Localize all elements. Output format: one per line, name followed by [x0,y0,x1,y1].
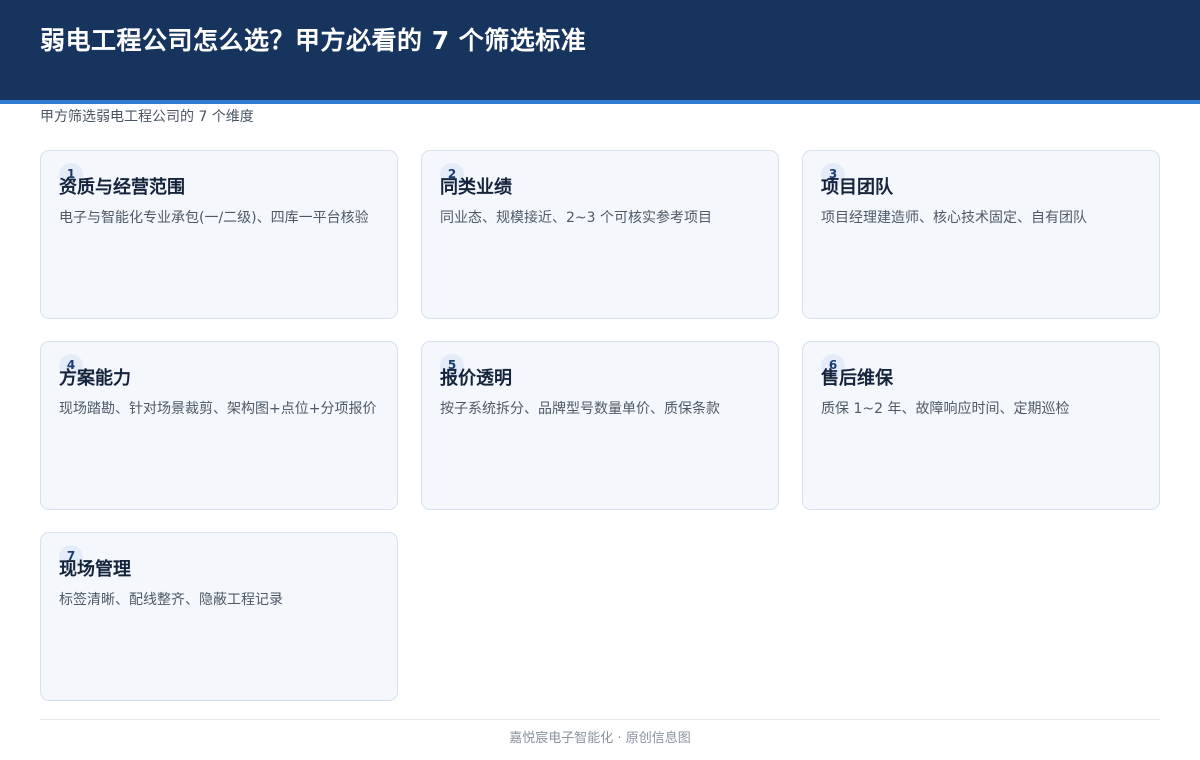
card-description: 电子与智能化专业承包(一/二级)、四库一平台核验 [59,210,369,226]
criteria-card-1: 1 资质与经营范围 电子与智能化专业承包(一/二级)、四库一平台核验 [40,150,398,319]
card-title: 报价透明 [440,368,512,389]
card-title: 项目团队 [821,177,893,198]
criteria-card-6: 6 售后维保 质保 1~2 年、故障响应时间、定期巡检 [802,341,1160,510]
card-title: 资质与经营范围 [59,177,185,198]
card-description: 质保 1~2 年、故障响应时间、定期巡检 [821,401,1070,417]
footer-divider [40,719,1160,720]
card-description: 标签清晰、配线整齐、隐蔽工程记录 [59,592,283,608]
card-description: 现场踏勘、针对场景裁剪、架构图+点位+分项报价 [59,401,377,417]
card-description: 同业态、规模接近、2~3 个可核实参考项目 [440,210,712,226]
card-title: 方案能力 [59,368,131,389]
criteria-card-4: 4 方案能力 现场踏勘、针对场景裁剪、架构图+点位+分项报价 [40,341,398,510]
criteria-card-5: 5 报价透明 按子系统拆分、品牌型号数量单价、质保条款 [421,341,779,510]
card-description: 项目经理建造师、核心技术固定、自有团队 [821,210,1087,226]
page-title: 弱电工程公司怎么选？甲方必看的 7 个筛选标准 [40,26,587,55]
card-title: 同类业绩 [440,177,512,198]
page-subtitle: 甲方筛选弱电工程公司的 7 个维度 [40,109,254,125]
criteria-card-3: 3 项目团队 项目经理建造师、核心技术固定、自有团队 [802,150,1160,319]
footer-credit: 嘉悦宸电子智能化 · 原创信息图 [509,731,691,746]
criteria-card-2: 2 同类业绩 同业态、规模接近、2~3 个可核实参考项目 [421,150,779,319]
card-title: 售后维保 [821,368,893,389]
criteria-card-7: 7 现场管理 标签清晰、配线整齐、隐蔽工程记录 [40,532,398,701]
header-banner: 弱电工程公司怎么选？甲方必看的 7 个筛选标准 [0,0,1200,104]
card-description: 按子系统拆分、品牌型号数量单价、质保条款 [440,401,720,417]
card-title: 现场管理 [59,559,131,580]
criteria-grid: 1 资质与经营范围 电子与智能化专业承包(一/二级)、四库一平台核验 2 同类业… [40,150,1160,701]
